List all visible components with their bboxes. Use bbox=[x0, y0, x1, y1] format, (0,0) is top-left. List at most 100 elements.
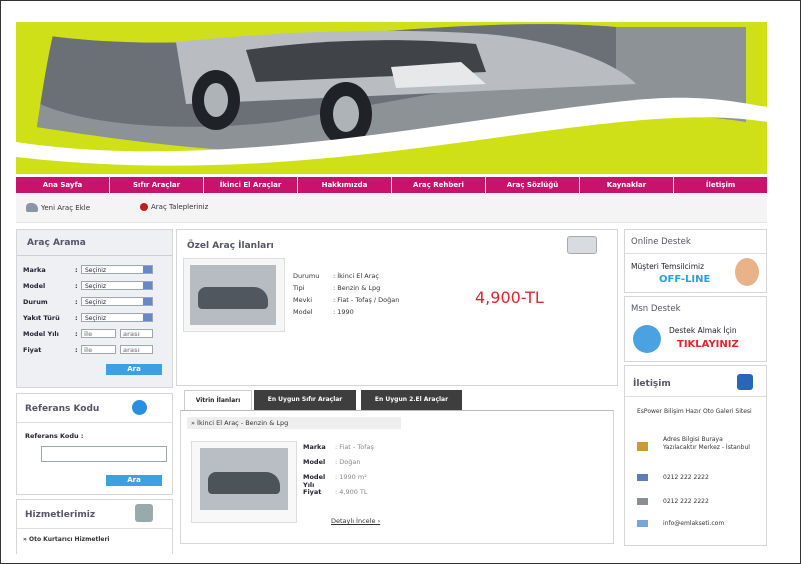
model-row: Model: Seçiniz bbox=[23, 280, 153, 291]
chevron-down-icon bbox=[143, 314, 152, 321]
services-item[interactable]: » Oto Kurtarıcı Hizmetleri bbox=[23, 536, 109, 543]
model-select[interactable]: Seçiniz bbox=[81, 281, 153, 290]
tab-best-new-cars[interactable]: En Uygun Sıfır Araçlar bbox=[254, 390, 356, 410]
special-row: Durumu : İkinci El Araç bbox=[293, 272, 399, 284]
listing-row-key: Model bbox=[303, 458, 326, 466]
contact-panel: İletişim EsPower Bilişim Hazır Oto Galer… bbox=[624, 365, 767, 546]
fuel-value: Seçiniz bbox=[85, 315, 107, 322]
brand-row: Marka: Seçiniz bbox=[23, 264, 153, 275]
reference-code-input[interactable] bbox=[41, 446, 167, 462]
reference-code-panel: Referans Kodu Referans Kodu : Ara bbox=[16, 393, 173, 495]
condition-label: Durum bbox=[23, 297, 48, 306]
listing-row-key: Model Yılı bbox=[303, 473, 326, 489]
listing-row: Fiyat : 4,900 TL bbox=[303, 488, 374, 503]
tab-best-used-cars[interactable]: En Uygun 2.El Araçlar bbox=[361, 390, 462, 410]
price-label: Fiyat bbox=[23, 345, 42, 354]
phone-icon bbox=[737, 374, 753, 390]
listing-car-photo[interactable] bbox=[191, 441, 297, 523]
car-illustration bbox=[16, 22, 767, 166]
listing-row-key: Marka bbox=[303, 443, 326, 451]
special-price: 4,900-TL bbox=[475, 288, 544, 307]
price-from-input[interactable]: ile bbox=[81, 345, 116, 354]
page: Ana Sayfa Sıfır Araçlar İkinci El Araçla… bbox=[16, 22, 767, 554]
car-requests-link[interactable]: Araç Talepleriniz bbox=[140, 203, 208, 211]
pin-icon bbox=[140, 203, 148, 211]
msn-support-panel[interactable]: Msn Destek Destek Almak İçin TIKLAYINIZ bbox=[624, 296, 767, 362]
special-row: Model : 1990 bbox=[293, 308, 399, 320]
car-icon bbox=[26, 203, 38, 212]
services-panel: Hizmetlerimiz » Oto Kurtarıcı Hizmetleri bbox=[16, 499, 173, 554]
fax-icon bbox=[637, 498, 648, 505]
chevron-down-icon bbox=[143, 298, 152, 305]
listing-row-value: : Doğan bbox=[335, 458, 361, 466]
car-shape bbox=[198, 287, 268, 309]
header-banner bbox=[16, 22, 767, 174]
brand-value: Seçiniz bbox=[85, 267, 107, 274]
nav-new-cars[interactable]: Sıfır Araçlar bbox=[110, 177, 204, 193]
listing-row-value: : Fiat - Tofaş bbox=[335, 443, 374, 451]
special-row-value: : Benzin & Lpg bbox=[333, 284, 381, 292]
nav-about[interactable]: Hakkımızda bbox=[298, 177, 392, 193]
price-row: Fiyat: ile arası bbox=[23, 344, 153, 355]
online-support-title: Online Destek bbox=[631, 237, 691, 247]
add-car-label: Yeni Araç Ekle bbox=[41, 203, 91, 212]
price-to-input[interactable]: arası bbox=[120, 345, 153, 354]
nav-contact[interactable]: İletişim bbox=[674, 177, 767, 193]
nav-home[interactable]: Ana Sayfa bbox=[16, 177, 110, 193]
reference-code-title: Referans Kodu bbox=[25, 404, 100, 414]
contact-address: Adres Bilgisi Buraya Yazılacaktır Merkez… bbox=[663, 436, 750, 451]
special-row-key: Model bbox=[293, 308, 313, 316]
contact-company: EsPower Bilişim Hazır Oto Galeri Sitesi bbox=[637, 408, 752, 415]
chevron-down-icon bbox=[143, 282, 152, 289]
online-support-status: OFF-LINE bbox=[659, 274, 711, 285]
listing-details: Marka : Fiat - Tofaş Model : Doğan Model Y… bbox=[303, 443, 374, 503]
search-icon bbox=[132, 400, 147, 415]
condition-row: Durum: Seçiniz bbox=[23, 296, 153, 307]
add-car-link[interactable]: Yeni Araç Ekle bbox=[26, 203, 90, 212]
special-row-value: : İkinci El Araç bbox=[333, 272, 379, 280]
online-support-line1: Müşteri Temsilcimiz bbox=[631, 262, 705, 271]
nav-used-cars[interactable]: İkinci El Araçlar bbox=[204, 177, 298, 193]
brand-select[interactable]: Seçiniz bbox=[81, 265, 153, 274]
special-row-value: : 1990 bbox=[333, 308, 354, 316]
year-row: Model Yılı: ile arası bbox=[23, 328, 153, 339]
contact-title: İletişim bbox=[633, 379, 671, 389]
nav-car-dictionary[interactable]: Araç Sözlüğü bbox=[486, 177, 580, 193]
reference-search-button[interactable]: Ara bbox=[106, 475, 162, 486]
msn-support-title: Msn Destek bbox=[631, 304, 681, 314]
listing-row-key: Fiyat bbox=[303, 488, 322, 496]
listing-row: Marka : Fiat - Tofaş bbox=[303, 443, 374, 458]
fuel-select[interactable]: Seçiniz bbox=[81, 313, 153, 322]
phone-small-icon bbox=[637, 474, 648, 481]
special-row-key: Tipi bbox=[293, 284, 305, 292]
contact-fax: 0212 222 2222 bbox=[663, 498, 709, 505]
special-row: Tipi : Benzin & Lpg bbox=[293, 284, 399, 296]
services-title: Hizmetlerimiz bbox=[25, 510, 96, 520]
year-from-input[interactable]: ile bbox=[81, 329, 116, 338]
nav-resources[interactable]: Kaynaklar bbox=[580, 177, 674, 193]
search-button[interactable]: Ara bbox=[106, 364, 162, 375]
fuel-row: Yakıt Türü: Seçiniz bbox=[23, 312, 153, 323]
operator-avatar bbox=[735, 258, 759, 286]
details-label: Detaylı İncele bbox=[331, 517, 376, 525]
contact-email[interactable]: info@emlakseti.com bbox=[663, 520, 724, 527]
listing-panel: » İkinci El Araç - Benzin & Lpg Marka: F… bbox=[180, 410, 614, 544]
listing-row-value: : 4,900 TL bbox=[335, 488, 368, 496]
tab-showcase[interactable]: Vitrin İlanları bbox=[184, 390, 252, 411]
msn-support-line1: Destek Almak İçin bbox=[669, 326, 737, 335]
year-to-input[interactable]: arası bbox=[120, 329, 153, 338]
special-row-key: Durumu bbox=[293, 272, 320, 280]
nav-car-guide[interactable]: Araç Rehberi bbox=[392, 177, 486, 193]
main-nav: Ana Sayfa Sıfır Araçlar İkinci El Araçla… bbox=[16, 177, 767, 193]
contact-phone: 0212 222 2222 bbox=[663, 474, 709, 481]
condition-select[interactable]: Seçiniz bbox=[81, 297, 153, 306]
online-support-panel: Online Destek Müşteri Temsilcimiz OFF-LI… bbox=[624, 229, 767, 293]
mail-icon bbox=[637, 520, 648, 527]
special-listings-title: Özel Araç İlanları bbox=[187, 241, 274, 251]
brand-label: Marka bbox=[23, 265, 46, 274]
details-link[interactable]: Detaylı İncele › bbox=[331, 517, 380, 525]
chevron-down-icon bbox=[143, 266, 152, 273]
msn-support-line2: TIKLAYINIZ bbox=[677, 339, 739, 350]
special-car-photo[interactable] bbox=[183, 258, 285, 332]
listing-row: Model Yılı: 1990 m² bbox=[303, 473, 374, 489]
